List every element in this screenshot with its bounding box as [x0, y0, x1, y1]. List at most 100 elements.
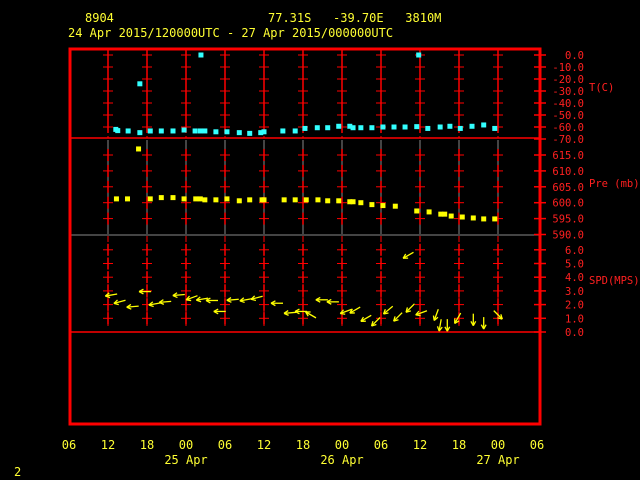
- wind-arrow: [382, 305, 394, 315]
- temperature-point: [416, 52, 422, 58]
- temperature-point: [402, 124, 408, 130]
- x-tick-label: 06: [62, 438, 76, 452]
- wind-arrow: [294, 308, 308, 315]
- pressure-point: [147, 196, 153, 202]
- y-tick-label: 605.0: [552, 182, 584, 194]
- wind-arrow: [113, 299, 126, 306]
- temperature-point: [314, 125, 320, 131]
- wind-arrow: [185, 295, 198, 302]
- chart-canvas: 8904 77.31S -39.70E 3810M24 Apr 2015/1200…: [14, 11, 640, 479]
- temperature-point: [224, 129, 230, 135]
- x-tick-label: 18: [140, 438, 154, 452]
- wind-arrow: [405, 303, 415, 313]
- y-axis-title: SPD(MPS): [589, 275, 640, 287]
- temperature-point: [358, 125, 364, 131]
- x-tick-label: 00: [335, 438, 349, 452]
- pressure-point: [369, 202, 375, 208]
- x-tick-label: 12: [257, 438, 271, 452]
- y-tick-label: 610.0: [552, 166, 584, 178]
- x-tick-label: 06: [530, 438, 544, 452]
- wind-arrow-head: [239, 300, 245, 304]
- y-tick-label: -20.0: [552, 74, 584, 86]
- temperature-point: [198, 52, 204, 58]
- y-tick-label: 5.0: [565, 259, 584, 271]
- y-tick-label: 590.0: [552, 230, 584, 242]
- x-tick-label: 06: [218, 438, 232, 452]
- wind-arrow: [226, 297, 239, 303]
- wind-arrow-head: [186, 299, 192, 302]
- wind-arrow: [158, 299, 172, 305]
- temperature-point: [236, 130, 242, 136]
- pressure-point: [336, 198, 342, 204]
- y-tick-label: 3.0: [565, 286, 584, 298]
- station-location: 77.31S -39.70E 3810M: [268, 11, 441, 25]
- aws-plot: 8904 77.31S -39.70E 3810M 24 Apr 2015/1200…: [0, 0, 640, 480]
- y-tick-label: -30.0: [552, 86, 584, 98]
- pressure-point: [113, 196, 119, 202]
- pressure-point: [303, 197, 309, 203]
- temperature-point: [492, 125, 498, 131]
- temperature-point: [137, 81, 143, 87]
- y-tick-label: 615.0: [552, 150, 584, 162]
- temperature-point: [414, 124, 420, 130]
- wind-arrow: [138, 288, 152, 295]
- temperature-point: [350, 125, 356, 131]
- wind-arrow: [315, 296, 328, 303]
- pressure-point: [392, 203, 398, 209]
- pressure-point: [281, 197, 287, 203]
- wind-arrow: [480, 317, 487, 330]
- temperature-point: [380, 124, 386, 130]
- wind-arrow: [205, 297, 218, 304]
- wind-arrow: [349, 306, 361, 314]
- pressure-point: [197, 196, 203, 202]
- x-tick-label: 12: [413, 438, 427, 452]
- wind-arrow: [270, 300, 283, 307]
- temperature-point: [147, 128, 153, 134]
- pressure-point: [350, 199, 356, 205]
- temperature-point: [261, 129, 267, 135]
- wind-arrow: [126, 303, 139, 310]
- wind-arrow-head: [196, 299, 202, 303]
- x-tick-label: 06: [374, 438, 388, 452]
- wind-arrow: [432, 309, 439, 322]
- temperature-point: [213, 129, 219, 135]
- wind-arrow-head: [148, 304, 154, 308]
- time-period: 24 Apr 2015/120000UTC - 27 Apr 2015/0000…: [68, 26, 393, 40]
- temperature-point: [202, 128, 208, 134]
- pressure-point: [325, 198, 331, 204]
- wind-arrow: [213, 308, 226, 315]
- y-tick-label: 595.0: [552, 214, 584, 226]
- y-tick-label: -10.0: [552, 62, 584, 74]
- pressure-point: [181, 196, 187, 202]
- pressure-point: [442, 211, 448, 217]
- pressure-point: [292, 197, 298, 203]
- wind-arrow: [370, 317, 381, 327]
- wind-arrow: [104, 292, 118, 299]
- y-tick-label: 4.0: [565, 272, 584, 284]
- wind-arrow: [250, 295, 263, 302]
- temperature-point: [292, 128, 298, 134]
- wind-arrow: [172, 292, 185, 299]
- x-tick-label: 00: [491, 438, 505, 452]
- pressure-point: [247, 197, 253, 203]
- y-tick-label: -40.0: [552, 98, 584, 110]
- pressure-point: [158, 195, 164, 201]
- temperature-point: [247, 130, 253, 136]
- wind-arrow-head: [250, 298, 257, 302]
- pressure-point: [426, 209, 432, 215]
- wind-arrow: [326, 298, 339, 305]
- y-axis-title: Pre (mb): [589, 178, 640, 190]
- temperature-point: [197, 128, 203, 134]
- pressure-point: [125, 196, 130, 202]
- temperature-point: [181, 127, 187, 133]
- temperature-point: [369, 125, 375, 131]
- temperature-point: [280, 128, 286, 134]
- y-tick-label: 600.0: [552, 198, 584, 210]
- temperature-point: [325, 125, 331, 131]
- temperature-point: [457, 125, 463, 131]
- pressure-point: [414, 208, 420, 214]
- plot-frame: [68, 47, 542, 426]
- x-tick-label: 18: [452, 438, 466, 452]
- wind-arrow: [415, 310, 428, 317]
- pressure-point: [193, 196, 199, 202]
